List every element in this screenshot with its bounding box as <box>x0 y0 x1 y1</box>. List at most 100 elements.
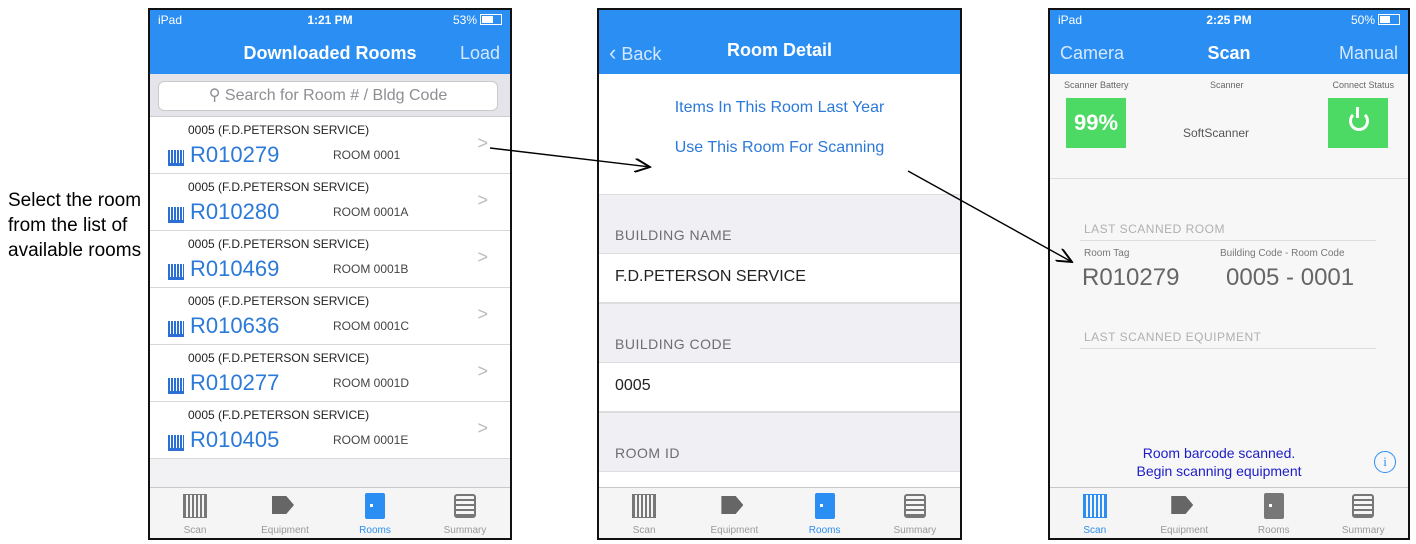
tab-bar: Scan Equipment Rooms Summary <box>1050 487 1408 538</box>
tab-rooms[interactable]: Rooms <box>1229 488 1319 538</box>
building-label: 0005 (F.D.PETERSON SERVICE) <box>188 123 370 137</box>
room-tag: R010280 <box>190 199 280 224</box>
room-tag: R010279 <box>190 142 280 167</box>
room-list-item[interactable]: 0005 (F.D.PETERSON SERVICE) R010280 ROOM… <box>150 174 510 231</box>
load-button[interactable]: Load <box>460 43 500 64</box>
building-label: 0005 (F.D.PETERSON SERVICE) <box>188 294 370 308</box>
tab-bar: Scan Equipment Rooms Summary <box>150 487 510 538</box>
tag-icon <box>1171 496 1194 514</box>
room-list-item[interactable]: 0005 (F.D.PETERSON SERVICE) R010469 ROOM… <box>150 231 510 288</box>
code-label: Building Code - Room Code <box>1220 248 1345 259</box>
barcode-icon <box>168 378 184 394</box>
room-tag-value: R010279 <box>1082 264 1180 291</box>
section-header: BUILDING CODE <box>599 303 960 362</box>
tab-scan[interactable]: Scan <box>150 488 240 538</box>
room-list-item[interactable]: 0005 (F.D.PETERSON SERVICE) R010279 ROOM… <box>150 117 510 174</box>
divider <box>1080 240 1376 241</box>
barcode-icon <box>168 150 184 166</box>
status-bar: iPad 1:21 PM 53% <box>150 10 510 30</box>
room-list-item[interactable]: 0005 (F.D.PETERSON SERVICE) R010405 ROOM… <box>150 402 510 459</box>
scanner-battery-label: Scanner Battery <box>1064 80 1129 90</box>
tab-summary[interactable]: Summary <box>1319 488 1409 538</box>
nav-bar: Downloaded Rooms Load <box>150 30 510 74</box>
downloaded-rooms-screen: iPad 1:21 PM 53% Downloaded Rooms Load ⚲… <box>148 8 512 540</box>
tab-bar: Scan Equipment Rooms Summary <box>599 487 960 538</box>
room-code: ROOM 0001B <box>333 262 409 276</box>
list-icon <box>1352 494 1375 518</box>
manual-button[interactable]: Manual <box>1339 43 1398 64</box>
building-label: 0005 (F.D.PETERSON SERVICE) <box>188 351 370 365</box>
search-bar: ⚲ Search for Room # / Bldg Code <box>150 74 510 117</box>
tab-rooms[interactable]: Rooms <box>780 488 870 538</box>
room-detail-screen: ‹ Back Room Detail Items In This Room La… <box>597 8 962 540</box>
chevron-right-icon: > <box>477 361 488 381</box>
tab-equipment[interactable]: Equipment <box>689 488 779 538</box>
battery-icon <box>480 14 502 25</box>
instruction-caption: Select the room from the list of availab… <box>8 190 142 261</box>
divider <box>1080 348 1376 349</box>
items-last-year-link[interactable]: Items In This Room Last Year <box>599 88 960 128</box>
code-value: 0005 - 0001 <box>1226 264 1355 291</box>
status-bar: iPad 2:25 PM 50% <box>1050 10 1408 30</box>
room-list-item[interactable]: 0005 (F.D.PETERSON SERVICE) R010636 ROOM… <box>150 288 510 345</box>
scanner-name: SoftScanner <box>1183 126 1250 140</box>
room-tag: R010469 <box>190 256 280 281</box>
page-title: Room Detail <box>726 40 832 60</box>
tab-equipment[interactable]: Equipment <box>240 488 330 538</box>
room-tag: R010277 <box>190 370 280 395</box>
tab-scan[interactable]: Scan <box>1050 488 1140 538</box>
info-icon[interactable]: i <box>1374 451 1396 473</box>
tab-equipment[interactable]: Equipment <box>1140 488 1230 538</box>
barcode-icon <box>183 494 207 518</box>
list-icon <box>903 494 926 518</box>
last-scanned-equipment-heading: LAST SCANNED EQUIPMENT <box>1084 330 1262 344</box>
chevron-right-icon: > <box>477 304 488 324</box>
battery-indicator: 50% <box>1351 13 1400 27</box>
search-icon: ⚲ <box>208 87 221 104</box>
room-list-item[interactable]: 0005 (F.D.PETERSON SERVICE) R010277 ROOM… <box>150 345 510 402</box>
tag-icon <box>721 496 744 514</box>
power-icon[interactable] <box>1328 98 1388 148</box>
door-icon <box>365 493 385 519</box>
last-scanned-room-heading: LAST SCANNED ROOM <box>1084 222 1225 236</box>
tab-scan[interactable]: Scan <box>599 488 689 538</box>
use-room-for-scanning-link[interactable]: Use This Room For Scanning <box>599 128 960 168</box>
room-code: ROOM 0001C <box>333 319 410 333</box>
scanner-label: Scanner <box>1210 80 1244 90</box>
building-code-value: 0005 <box>599 362 960 412</box>
nav-bar: ‹ Back Room Detail <box>599 10 960 74</box>
scanner-status-panel: Scanner Battery Scanner Connect Status 9… <box>1050 74 1408 179</box>
barcode-icon <box>168 321 184 337</box>
tab-summary[interactable]: Summary <box>420 488 510 538</box>
building-name-value: F.D.PETERSON SERVICE <box>599 253 960 303</box>
barcode-icon <box>632 494 657 518</box>
search-input[interactable]: ⚲ Search for Room # / Bldg Code <box>158 81 498 111</box>
tab-summary[interactable]: Summary <box>870 488 960 538</box>
scan-status-message: Room barcode scanned. Begin scanning equ… <box>1136 445 1302 479</box>
section-header: ROOM ID <box>599 412 960 471</box>
scan-screen: iPad 2:25 PM 50% Camera Scan Manual Scan… <box>1048 8 1410 540</box>
door-icon <box>1263 493 1284 519</box>
page-title: Downloaded Rooms <box>243 43 417 63</box>
room-code: ROOM 0001 <box>333 148 401 162</box>
room-code: ROOM 0001A <box>333 205 409 219</box>
room-code: ROOM 0001D <box>333 376 410 390</box>
room-tag: R010405 <box>190 427 280 452</box>
room-tag: R010636 <box>190 313 280 338</box>
battery-indicator: 53% <box>453 13 502 27</box>
section-header: BUILDING NAME <box>599 194 960 253</box>
chevron-right-icon: > <box>477 133 488 153</box>
scanner-battery-value: 99% <box>1066 98 1126 148</box>
building-label: 0005 (F.D.PETERSON SERVICE) <box>188 408 370 422</box>
chevron-right-icon: > <box>477 418 488 438</box>
room-tag-label: Room Tag <box>1084 248 1130 259</box>
barcode-icon <box>168 435 184 451</box>
room-code: ROOM 0001E <box>333 433 409 447</box>
nav-bar: Camera Scan Manual <box>1050 30 1408 74</box>
barcode-icon <box>168 264 184 280</box>
connect-status-label: Connect Status <box>1332 80 1394 90</box>
tag-icon <box>272 496 294 514</box>
door-icon <box>814 493 835 519</box>
detail-actions: Items In This Room Last Year Use This Ro… <box>599 74 960 194</box>
tab-rooms[interactable]: Rooms <box>330 488 420 538</box>
